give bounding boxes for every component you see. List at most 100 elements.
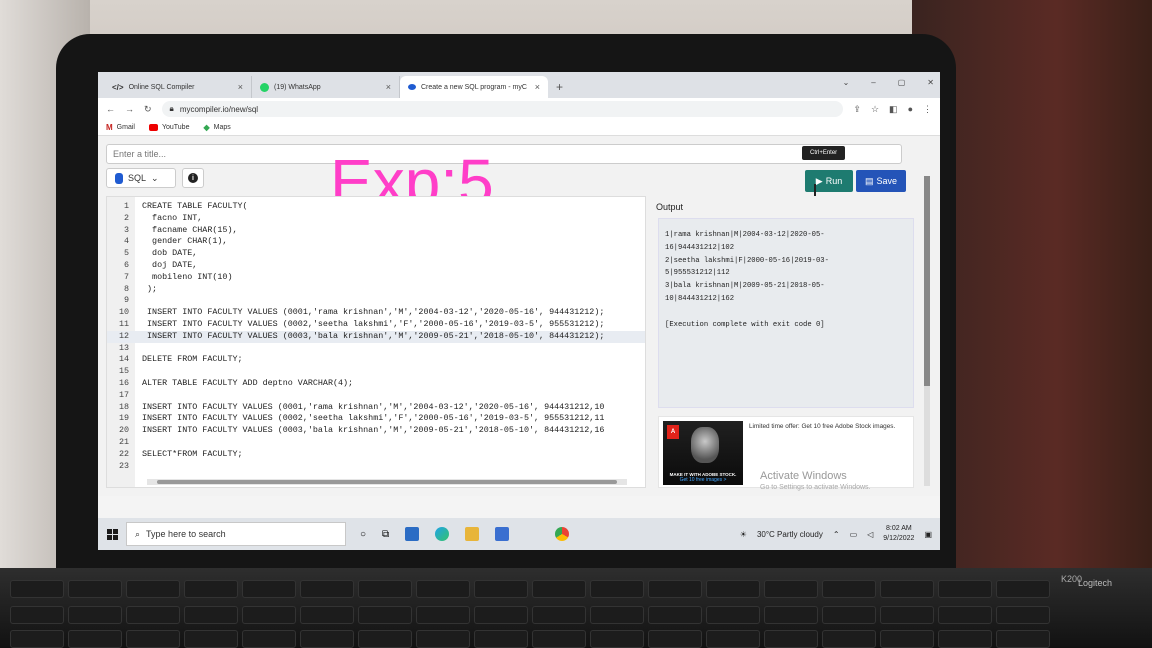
line-number: 1 <box>123 201 129 211</box>
line-number: 12 <box>118 330 129 341</box>
title-input[interactable]: Enter a title... <box>106 144 902 164</box>
code-line[interactable]: 2 facno INT, <box>107 213 645 225</box>
network-icon[interactable]: ▭ <box>850 530 858 539</box>
edge-icon[interactable] <box>435 527 450 541</box>
line-number: 14 <box>118 354 129 365</box>
start-button[interactable] <box>98 518 126 550</box>
share-icon[interactable]: ⇪ <box>853 104 861 115</box>
bookmark-maps[interactable]: ◆ Maps <box>203 123 230 132</box>
line-number: 20 <box>118 425 129 436</box>
database-icon <box>115 172 123 184</box>
tab-label: Create a new SQL program - myC <box>421 83 527 91</box>
minimize-icon[interactable]: – <box>871 78 875 87</box>
code-line[interactable]: 20 INSERT INTO FACULTY VALUES (0003,'bala… <box>107 425 645 437</box>
keyboard-maker: Logitech <box>1077 578 1112 588</box>
notification-icon[interactable]: ▣ <box>924 530 932 539</box>
code-text: INSERT INTO FACULTY VALUES (0002,'seetha… <box>142 319 605 329</box>
key-row <box>0 606 1152 628</box>
code-line[interactable]: 23 <box>107 461 645 473</box>
code-line[interactable]: 9 <box>107 295 645 307</box>
bookmark-gmail[interactable]: M Gmail <box>106 123 135 132</box>
chevron-up-icon[interactable]: ⌃ <box>833 530 840 539</box>
weather-text[interactable]: 30°C Partly cloudy <box>757 530 823 539</box>
task-view-icon[interactable]: ⧉ <box>382 529 389 540</box>
code-line[interactable]: 18 INSERT INTO FACULTY VALUES (0001,'rama… <box>107 401 645 414</box>
volume-icon[interactable]: ◁ <box>867 530 873 539</box>
code-line[interactable]: 4 gender CHAR(1), <box>107 236 645 248</box>
store-icon[interactable] <box>495 527 510 541</box>
clock-time: 8:02 AM <box>886 525 912 532</box>
chevron-down-icon: ⌄ <box>151 172 159 183</box>
chrome-icon[interactable] <box>555 527 570 541</box>
tab-mycompiler[interactable]: Create a new SQL program - myC × <box>400 76 548 98</box>
forward-icon[interactable]: → <box>125 104 134 114</box>
code-line[interactable]: 17 <box>107 390 645 402</box>
code-line[interactable]: 11 INSERT INTO FACULTY VALUES (0002,'see… <box>107 319 645 331</box>
code-text: INSERT INTO FACULTY VALUES (0001,'rama k… <box>142 307 605 318</box>
menu-icon[interactable]: ⋮ <box>923 104 932 115</box>
code-line[interactable]: 22 SELECT*FROM FACULTY; <box>107 448 645 461</box>
maximize-icon[interactable]: ▢ <box>898 78 906 87</box>
run-button[interactable]: ▶ Run <box>805 170 853 192</box>
close-icon[interactable]: × <box>238 82 243 92</box>
vertical-scrollbar[interactable] <box>924 176 930 486</box>
profile-icon[interactable]: ● <box>908 104 913 115</box>
reload-icon[interactable]: ↻ <box>144 104 152 115</box>
sidebar-icon[interactable]: ◧ <box>889 104 898 115</box>
cortana-icon[interactable]: ○ <box>360 529 366 540</box>
code-line[interactable]: 21 <box>107 437 645 449</box>
info-button[interactable]: i <box>182 168 204 188</box>
tab-online-sql-compiler[interactable]: </> Online SQL Compiler × <box>104 76 252 98</box>
code-line[interactable]: 13 <box>107 343 645 355</box>
url-text: mycompiler.io/new/sql <box>179 104 259 114</box>
code-line[interactable]: 8 ); <box>107 284 645 296</box>
line-number: 19 <box>118 413 129 424</box>
save-button[interactable]: ▤ Save <box>856 170 906 192</box>
bookmarks-bar: M Gmail YouTube ◆ Maps <box>98 120 940 136</box>
line-number: 9 <box>123 295 129 306</box>
code-line[interactable]: 6 doj DATE, <box>107 260 645 272</box>
back-icon[interactable]: ← <box>106 104 115 114</box>
code-line[interactable]: 15 <box>107 366 645 378</box>
code-text: CREATE TABLE FACULTY( <box>142 201 248 211</box>
code-line[interactable]: 14 DELETE FROM FACULTY; <box>107 354 645 366</box>
close-window-icon[interactable]: ✕ <box>927 78 934 87</box>
bookmark-youtube[interactable]: YouTube <box>148 124 189 131</box>
line-number: 22 <box>118 448 129 459</box>
output-line: 2|seetha lakshmi|F|2000-05-16|2019-03- <box>665 256 829 265</box>
code-text: doj DATE, <box>142 260 198 270</box>
clock-date: 9/12/2022 <box>883 535 915 542</box>
output-line: [Execution complete with exit code 0] <box>665 320 825 329</box>
tab-whatsapp[interactable]: (19) WhatsApp × <box>252 76 400 98</box>
clock[interactable]: 8:02 AM 9/12/2022 <box>883 524 914 544</box>
url-field[interactable]: 🔒︎ mycompiler.io/new/sql <box>161 101 844 117</box>
code-editor[interactable]: 1 CREATE TABLE FACULTY( 2 facno INT, 3 facn… <box>106 196 646 488</box>
mouse-cursor <box>814 184 822 196</box>
lock-icon: 🔒︎ <box>169 104 174 113</box>
code-text: ALTER TABLE FACULTY ADD deptno VARCHAR(4… <box>142 378 354 388</box>
code-line[interactable]: 3 facname CHAR(15), <box>107 224 645 237</box>
code-line[interactable]: 12 INSERT INTO FACULTY VALUES (0003,'bal… <box>107 330 645 343</box>
language-select[interactable]: SQL ⌄ <box>106 168 176 188</box>
new-tab-button[interactable]: + <box>556 80 563 94</box>
star-icon[interactable]: ☆ <box>871 104 879 115</box>
horizontal-scrollbar[interactable] <box>147 479 627 485</box>
close-icon[interactable]: × <box>386 82 391 92</box>
code-line[interactable]: 1 CREATE TABLE FACULTY( <box>107 201 645 213</box>
line-number: 3 <box>123 224 129 235</box>
file-explorer-icon[interactable] <box>465 527 480 541</box>
code-line[interactable]: 10 INSERT INTO FACULTY VALUES (0001,'ram… <box>107 307 645 319</box>
close-icon[interactable]: × <box>535 82 540 92</box>
chevron-down-icon[interactable]: ⌄ <box>843 78 850 87</box>
output-panel: 1|rama krishnan|M|2004-03-12|2020-05- 16|… <box>658 218 914 408</box>
code-line[interactable]: 5 dob DATE, <box>107 248 645 260</box>
code-line[interactable]: 19 INSERT INTO FACULTY VALUES (0002,'seet… <box>107 413 645 425</box>
code-text: INSERT INTO FACULTY VALUES (0001,'rama k… <box>142 401 605 412</box>
mail-icon[interactable] <box>405 527 420 541</box>
bookmark-label: Gmail <box>116 124 135 131</box>
taskbar-search[interactable]: ⌕ Type here to search <box>126 522 346 546</box>
code-line[interactable]: 16 ALTER TABLE FACULTY ADD deptno VARCHAR… <box>107 378 645 390</box>
output-line: 5|955531212|112 <box>665 269 730 278</box>
code-line[interactable]: 7 mobileno INT(10) <box>107 272 645 284</box>
tab-label: (19) WhatsApp <box>274 83 321 91</box>
